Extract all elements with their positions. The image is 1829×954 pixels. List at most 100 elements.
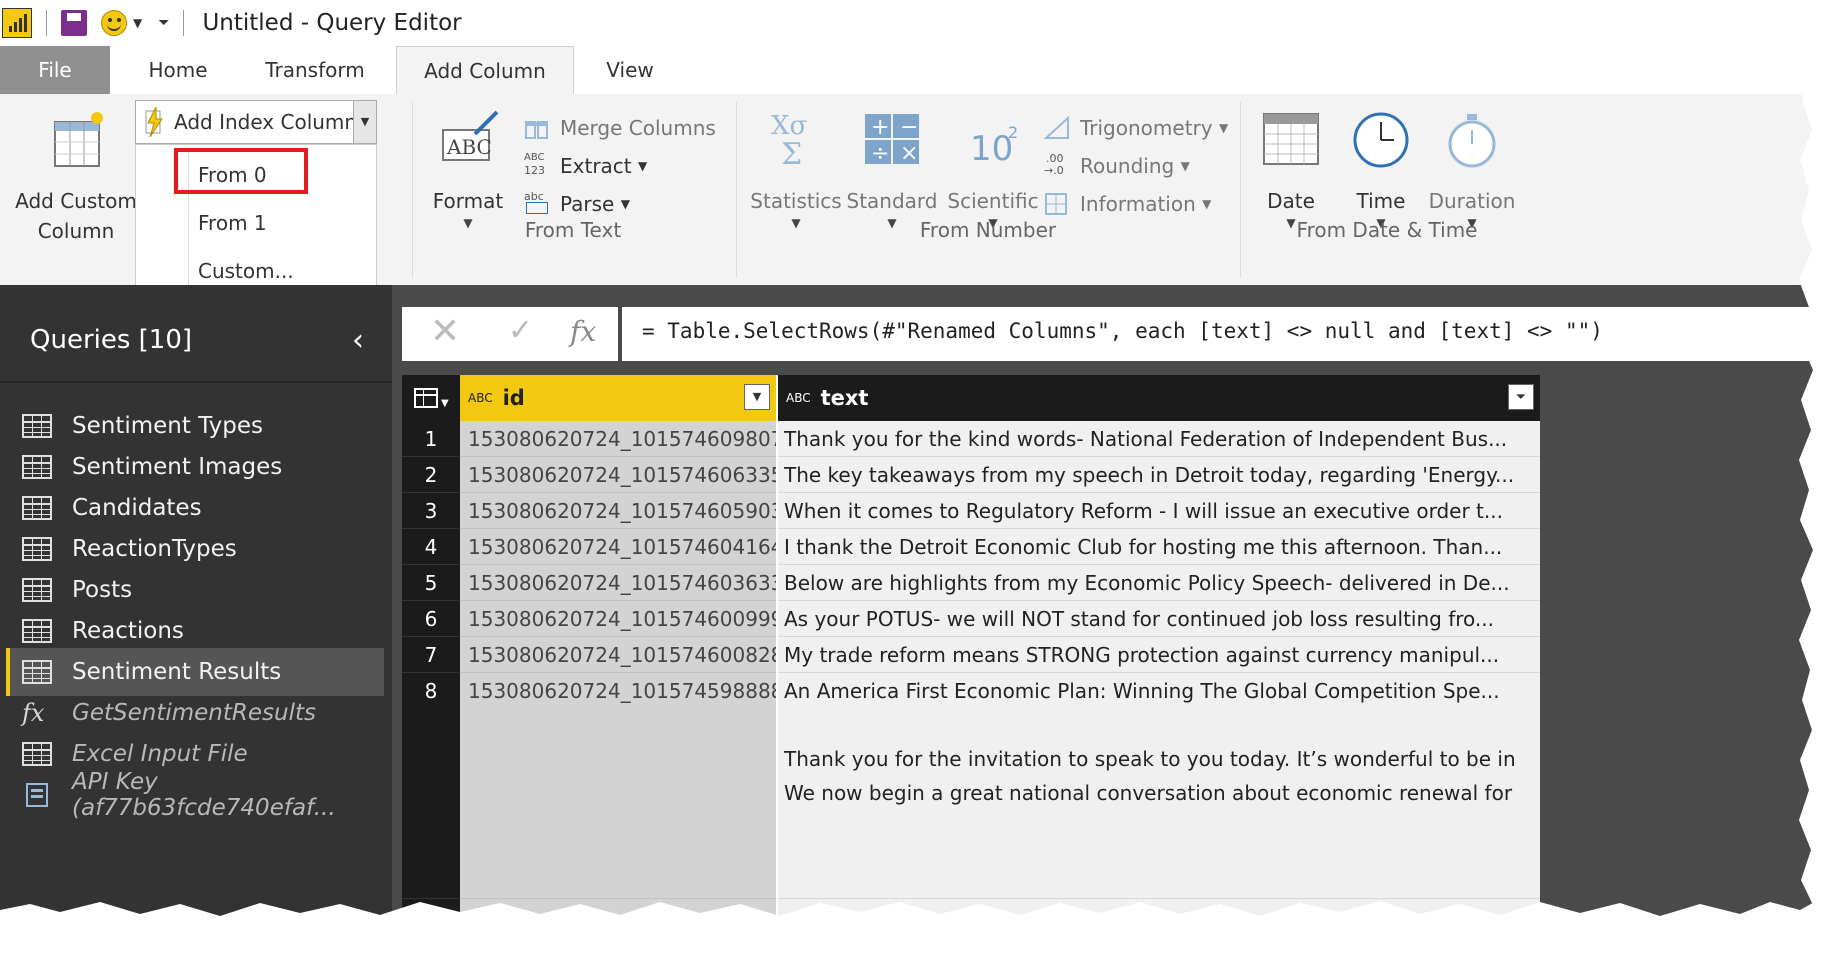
- table-icon: [22, 496, 52, 520]
- text-cell[interactable]: As your POTUS- we will NOT stand for con…: [778, 601, 1540, 637]
- text-type-icon[interactable]: ABC: [468, 392, 493, 404]
- table-icon: [22, 619, 52, 643]
- id-cell[interactable]: 153080620724_10157460099905...: [460, 601, 776, 637]
- table-row[interactable]: 5 153080620724_10157460363370... Below a…: [402, 565, 1540, 601]
- collapse-pane-icon[interactable]: ‹: [352, 323, 364, 358]
- standard-button[interactable]: + − ÷ × Standard ▼: [842, 108, 942, 230]
- rounding-button[interactable]: .00 →.0 Rounding ▼: [1044, 152, 1190, 178]
- chevron-down-icon: ▼: [1202, 197, 1212, 211]
- extract-button[interactable]: ABC 123 Extract ▼: [524, 152, 648, 178]
- table-row[interactable]: 2 153080620724_10157460633530... The key…: [402, 457, 1540, 493]
- merge-columns-icon: [524, 116, 550, 140]
- customize-toolbar-icon[interactable]: ⏷: [158, 15, 169, 31]
- table-row[interactable]: 7 153080620724_10157460082830... My trad…: [402, 637, 1540, 673]
- chevron-down-icon: ▼: [620, 197, 630, 211]
- add-custom-column-button[interactable]: Add Custom Column: [6, 108, 146, 246]
- row-number: 5: [402, 565, 460, 601]
- svg-text:÷: ÷: [871, 141, 889, 166]
- tab-transform[interactable]: Transform: [240, 46, 390, 94]
- chevron-down-icon[interactable]: ▼: [353, 101, 376, 143]
- smile-feedback-icon[interactable]: [101, 10, 127, 36]
- table-row[interactable]: 3 153080620724_10157460590365... When it…: [402, 493, 1540, 529]
- table-icon: [22, 660, 52, 684]
- grid-corner-menu[interactable]: ▼: [402, 375, 460, 421]
- date-button[interactable]: Date ▼: [1246, 108, 1336, 230]
- tab-view[interactable]: View: [580, 46, 680, 94]
- svg-text:2: 2: [1008, 123, 1018, 142]
- filter-active-icon[interactable]: ⏷: [1508, 384, 1534, 410]
- tab-add-column[interactable]: Add Column: [396, 46, 574, 95]
- duration-label: Duration: [1428, 189, 1516, 213]
- filter-dropdown-icon[interactable]: ▼: [744, 384, 770, 410]
- id-cell[interactable]: 153080620724_10157459888850...: [460, 673, 776, 899]
- torn-edge-bottom: [0, 894, 1829, 954]
- table-row[interactable]: 8 153080620724_10157459888850... An Amer…: [402, 673, 1540, 899]
- table-row[interactable]: 1 153080620724_10157460980760... Thank y…: [402, 421, 1540, 457]
- insert-function-icon[interactable]: fx: [570, 315, 596, 348]
- from-text-group-label: From Text: [524, 218, 622, 242]
- row-number: 3: [402, 493, 460, 529]
- svg-text:−: −: [900, 115, 918, 140]
- row-number: 1: [402, 421, 460, 457]
- add-index-column-button[interactable]: Add Index Column ▼: [135, 100, 377, 144]
- grid-rows: 1 153080620724_10157460980760... Thank y…: [402, 421, 1540, 935]
- text-cell[interactable]: When it comes to Regulatory Reform - I w…: [778, 493, 1540, 529]
- tab-home[interactable]: Home: [118, 46, 238, 94]
- extract-abc123-icon: ABC 123: [524, 152, 545, 177]
- cancel-formula-icon[interactable]: ✕: [430, 311, 460, 352]
- format-button[interactable]: ABC Format ▼: [420, 108, 516, 230]
- duration-button[interactable]: Duration ▼: [1422, 108, 1522, 230]
- menu-item-custom[interactable]: Custom...: [198, 259, 294, 283]
- text-cell[interactable]: My trade reform means STRONG protection …: [778, 637, 1540, 673]
- text-cell[interactable]: Thank you for the kind words- National F…: [778, 421, 1540, 457]
- menu-item-from-1[interactable]: From 1: [198, 211, 267, 235]
- date-label: Date: [1267, 189, 1315, 213]
- id-cell[interactable]: 153080620724_10157460416465...: [460, 529, 776, 565]
- trigonometry-button[interactable]: Trigonometry ▼: [1043, 115, 1228, 140]
- format-label: Format: [432, 189, 504, 213]
- torn-edge-right: [1799, 0, 1829, 954]
- formula-input[interactable]: = Table.SelectRows(#"Renamed Columns", e…: [642, 319, 1603, 343]
- text-cell[interactable]: The key takeaways from my speech in Detr…: [778, 457, 1540, 493]
- add-index-column-label: Add Index Column: [174, 110, 358, 134]
- statistics-button[interactable]: Χσ Σ Statistics ▼: [744, 108, 848, 230]
- parse-abc-icon: abc: [524, 190, 550, 216]
- time-button[interactable]: Time ▼: [1336, 108, 1426, 230]
- id-cell[interactable]: 153080620724_10157460082830...: [460, 637, 776, 673]
- power-bi-app-icon[interactable]: [2, 8, 32, 38]
- svg-text:×: ×: [900, 141, 918, 166]
- statistics-label: Statistics: [750, 189, 842, 213]
- chevron-down-icon: ▼: [638, 159, 648, 173]
- id-cell[interactable]: 153080620724_10157460633530...: [460, 457, 776, 493]
- column-header-text[interactable]: ABC text ⏷: [778, 375, 1540, 421]
- from-number-group-label: From Number: [919, 218, 1057, 242]
- text-cell-line: An America First Economic Plan: Winning …: [784, 679, 1500, 703]
- text-cell[interactable]: Below are highlights from my Economic Po…: [778, 565, 1540, 601]
- table-row[interactable]: 4 153080620724_10157460416465... I thank…: [402, 529, 1540, 565]
- column-header-id[interactable]: ABC id ▼: [460, 375, 776, 421]
- commit-formula-icon[interactable]: ✓: [508, 313, 533, 348]
- save-icon[interactable]: [61, 10, 87, 36]
- svg-text:10: 10: [970, 129, 1013, 169]
- scientific-label: Scientific: [947, 189, 1039, 213]
- text-cell[interactable]: An America First Economic Plan: Winning …: [778, 673, 1540, 899]
- function-icon: fx: [22, 699, 45, 727]
- svg-text:ABC: ABC: [446, 135, 492, 159]
- information-button[interactable]: Information ▼: [1044, 192, 1211, 216]
- scientific-button[interactable]: 10 2 Scientific ▼: [938, 108, 1048, 230]
- id-cell[interactable]: 153080620724_10157460980760...: [460, 421, 776, 457]
- query-item-api-key[interactable]: API Key (af77b63fcde740efaf...: [6, 769, 384, 821]
- tab-file[interactable]: File: [0, 46, 110, 94]
- id-cell[interactable]: 153080620724_10157460363370...: [460, 565, 776, 601]
- merge-columns-button[interactable]: Merge Columns: [524, 116, 716, 140]
- chevron-down-icon[interactable]: ▼: [133, 16, 142, 30]
- id-cell[interactable]: 153080620724_10157460590365...: [460, 493, 776, 529]
- row-number: 6: [402, 601, 460, 637]
- format-abc-icon: ABC: [442, 110, 499, 161]
- table-row[interactable]: 6 153080620724_10157460099905... As your…: [402, 601, 1540, 637]
- main-area: ✕ ✓ fx = Table.SelectRows(#"Renamed Colu…: [392, 285, 1820, 954]
- text-cell[interactable]: I thank the Detroit Economic Club for ho…: [778, 529, 1540, 565]
- text-type-icon[interactable]: ABC: [786, 392, 811, 404]
- add-custom-column-label-1: Add Custom: [15, 189, 137, 213]
- parse-button[interactable]: abc Parse ▼: [524, 190, 630, 216]
